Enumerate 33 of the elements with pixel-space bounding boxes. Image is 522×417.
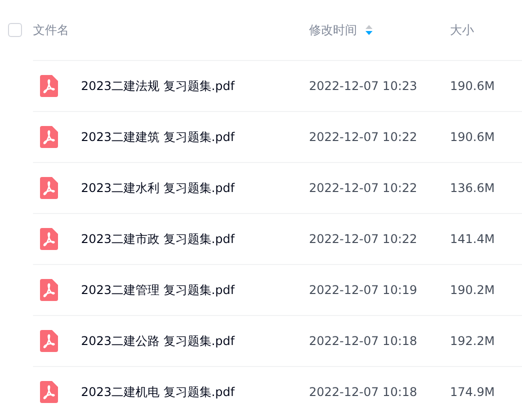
- column-header[interactable]: 大小: [450, 22, 474, 38]
- pdf-file-icon: [40, 330, 58, 352]
- pdf-file-icon: [40, 126, 58, 148]
- modified-time: 2022-12-07 10:18: [309, 334, 418, 348]
- pdf-file-icon: [40, 75, 58, 97]
- select-all-checkbox[interactable]: [8, 23, 22, 37]
- modified-time: 2022-12-07 10:18: [309, 385, 418, 399]
- file-name[interactable]: 2023二建公路 复习题集.pdf: [81, 332, 235, 350]
- pdf-file-icon: [40, 381, 58, 403]
- modified-time: 2022-12-07 10:22: [309, 130, 418, 144]
- file-name[interactable]: 2023二建法规 复习题集.pdf: [81, 78, 235, 94]
- modified-time: 2022-12-07 10:23: [309, 79, 418, 93]
- file-name[interactable]: 2023二建管理 复习题集.pdf: [81, 282, 235, 298]
- column-header[interactable]: 修改时间: [309, 22, 450, 38]
- file-size: 174.9M: [450, 385, 495, 399]
- modified-time: 2022-12-07 10:22: [309, 181, 418, 195]
- file-size: 190.2M: [450, 283, 495, 297]
- file-name[interactable]: 2023二建市政 复习题集.pdf: [81, 230, 235, 248]
- file-size: 192.2M: [450, 334, 495, 348]
- file-name[interactable]: 2023二建机电 复习题集.pdf: [81, 384, 235, 400]
- file-name[interactable]: 2023二建水利 复习题集.pdf: [81, 180, 235, 196]
- column-header[interactable]: 文件名: [33, 22, 309, 38]
- pdf-file-icon: [40, 228, 58, 250]
- modified-time: 2022-12-07 10:22: [309, 232, 418, 246]
- file-size: 141.4M: [450, 232, 495, 246]
- sort-icon[interactable]: [365, 24, 373, 36]
- pdf-file-icon: [40, 177, 58, 199]
- file-size: 190.6M: [450, 79, 495, 93]
- file-size: 190.6M: [450, 130, 495, 144]
- file-name[interactable]: 2023二建建筑 复习题集.pdf: [81, 128, 235, 146]
- file-size: 136.6M: [450, 181, 495, 195]
- pdf-file-icon: [40, 279, 58, 301]
- modified-time: 2022-12-07 10:19: [309, 283, 418, 297]
